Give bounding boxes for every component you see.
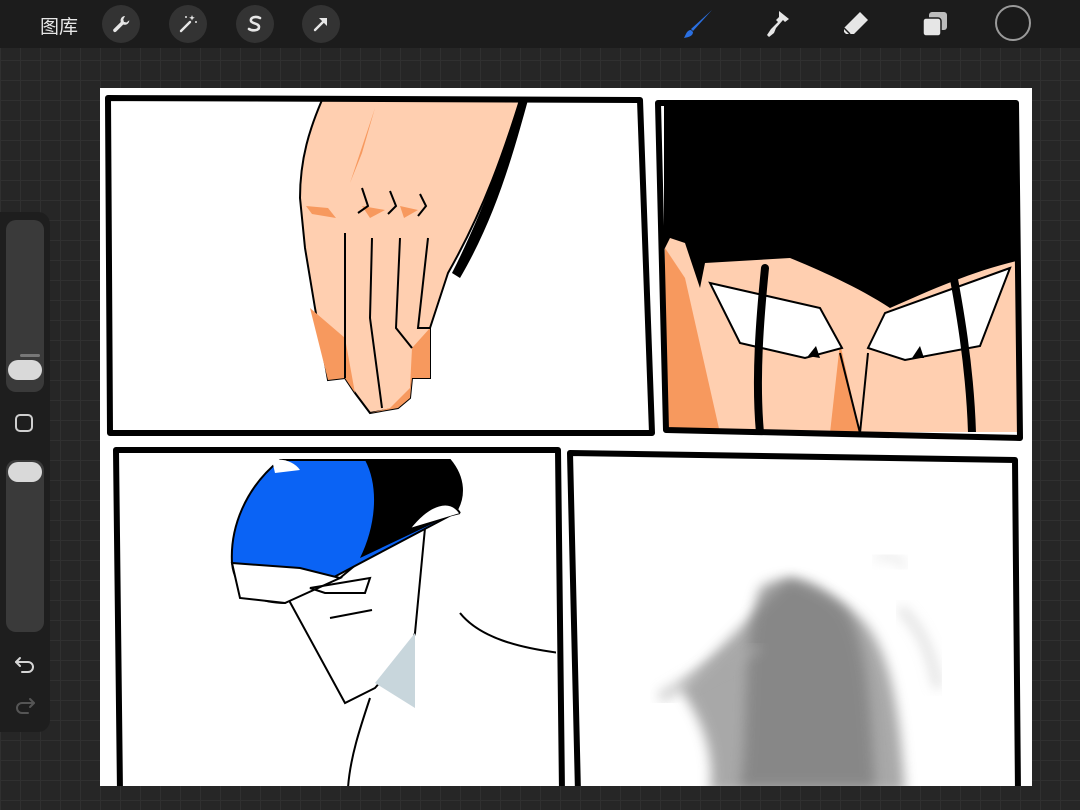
undo-button[interactable] [12,653,38,675]
transform-button[interactable] [302,5,340,43]
redo-button[interactable] [12,694,38,716]
selection-button[interactable] [236,5,274,43]
eraser-button[interactable] [838,6,874,42]
brush-size-slider[interactable] [6,220,44,392]
eyes-drawing [664,106,1018,432]
sketch-panel[interactable] [567,450,1021,786]
comic-page[interactable] [100,88,1032,786]
brush-icon [684,10,712,38]
masked-face-drawing [230,459,556,786]
color-swatch[interactable] [995,5,1031,41]
slider-tick [20,354,40,357]
top-toolbar: 图库 [0,0,1080,48]
actions-button[interactable] [102,5,140,43]
smudge-button[interactable] [760,6,796,42]
redo-icon [16,698,35,714]
wrench-icon [113,16,130,33]
modify-button[interactable] [15,414,33,432]
brush-size-thumb[interactable] [8,359,42,380]
smudge-icon [767,11,789,37]
undo-icon [15,657,34,673]
layers-button[interactable] [917,6,953,42]
opacity-thumb[interactable] [8,462,42,482]
selection-s-icon [247,15,262,32]
gallery-button[interactable]: 图库 [40,12,78,39]
eyes-panel[interactable] [655,100,1030,441]
hand-panel[interactable] [105,95,655,436]
brush-button[interactable] [680,6,716,42]
eraser-icon [843,12,868,35]
adjustments-button[interactable] [169,5,207,43]
transform-arrow-icon [313,18,327,32]
sketch-drawing [657,553,942,786]
magic-wand-icon [179,15,197,33]
hand-drawing [298,101,528,415]
left-sidebar [0,212,50,732]
drawing-canvas[interactable] [100,88,1032,786]
masked-face-panel[interactable] [113,447,565,786]
layers-icon [922,12,947,37]
opacity-slider[interactable] [6,460,44,632]
